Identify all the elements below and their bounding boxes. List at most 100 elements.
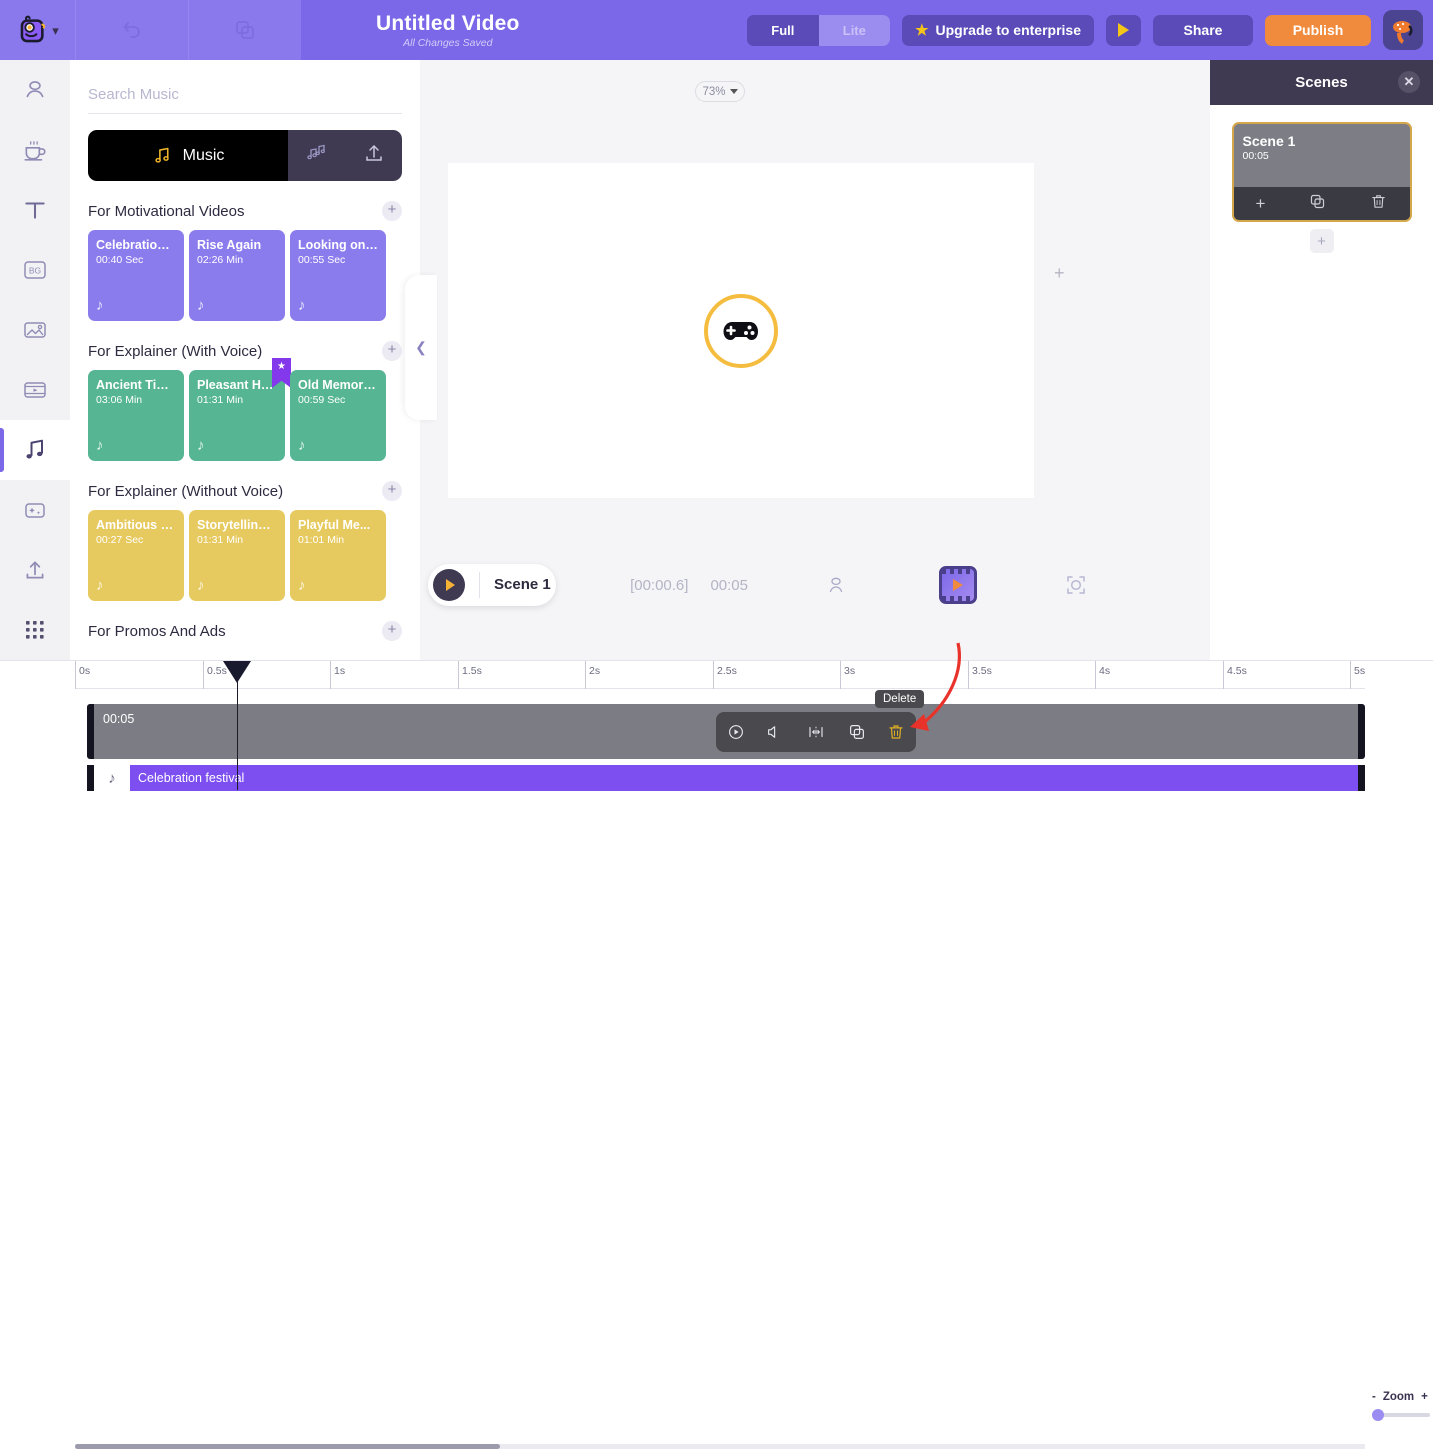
category-header: For Motivational Videos + — [88, 201, 402, 221]
view-mode-segment[interactable]: Full Lite — [747, 14, 891, 46]
list-item[interactable]: Rise Again 02:26 Min ♪ — [189, 230, 285, 321]
playhead[interactable] — [223, 661, 251, 790]
app-logo-button[interactable]: ▾ — [0, 0, 75, 60]
speaker-icon — [768, 726, 776, 738]
save-status: All Changes Saved — [403, 36, 493, 49]
track-name: Ancient Times — [96, 378, 176, 392]
clip-volume-button[interactable] — [766, 723, 784, 741]
track-name: Looking on ... — [298, 238, 378, 252]
track-duration: 01:01 Min — [298, 534, 345, 546]
tab-music[interactable]: Music — [88, 130, 288, 181]
scene-selector[interactable]: Scene 1 — [428, 564, 557, 606]
scene-crop-button[interactable] — [1064, 573, 1088, 597]
caret-down-icon — [729, 89, 738, 94]
tab-sound-effects[interactable] — [305, 141, 329, 170]
scene-thumbnail-card[interactable]: Scene 1 00:05 + — [1231, 122, 1412, 222]
avatar[interactable] — [1383, 10, 1423, 50]
video-canvas[interactable] — [448, 163, 1034, 498]
sidebar-item-upload[interactable] — [0, 540, 70, 600]
star-icon: ★ — [915, 22, 929, 39]
preview-play-button[interactable] — [1106, 14, 1141, 46]
sidebar-item-apps[interactable] — [0, 600, 70, 660]
ruler-tick: 5s — [1350, 661, 1365, 689]
add-scene-button[interactable]: + — [1309, 229, 1334, 253]
tooltip-delete: Delete — [875, 690, 925, 708]
sidebar-item-image[interactable] — [0, 300, 70, 360]
timeline-ruler[interactable]: 0s 0.5s 1s 1.5s 2s 2.5s 3s 3.5s 4s 4.5s … — [75, 661, 1365, 689]
list-item[interactable]: Old Memories 00:59 Sec ♪ — [290, 370, 386, 461]
sidebar-item-avatar[interactable] — [0, 60, 70, 120]
canvas-zoom-select[interactable]: 73% — [695, 81, 745, 102]
canvas-element-gamepad[interactable] — [704, 293, 778, 368]
tab-upload-music[interactable] — [362, 141, 386, 170]
list-item[interactable]: Storytelling ... 01:31 Min ♪ — [189, 510, 285, 601]
add-category-0-button[interactable]: + — [382, 201, 402, 221]
person-outline-icon — [829, 577, 843, 593]
share-button[interactable]: Share — [1153, 14, 1253, 46]
split-icon — [809, 726, 823, 738]
scene-play-button[interactable] — [433, 569, 465, 601]
scene-avatar-button[interactable] — [825, 573, 847, 597]
list-item[interactable]: Ambitious D... 00:27 Sec ♪ — [88, 510, 184, 601]
list-item[interactable]: Playful Me... 01:01 Min ♪ — [290, 510, 386, 601]
ruler-tick: 1.5s — [458, 661, 482, 689]
search-input[interactable] — [88, 86, 402, 103]
zoom-in-button[interactable]: + — [1421, 1391, 1428, 1403]
add-scene-after-button[interactable]: + — [1256, 194, 1266, 214]
music-note-icon: ♪ — [197, 437, 205, 454]
sidebar-item-music[interactable] — [0, 420, 70, 480]
list-item[interactable]: ★ Pleasant Ha... 01:31 Min ♪ — [189, 358, 291, 461]
category-title: For Promos And Ads — [88, 622, 226, 640]
clip-split-button[interactable] — [806, 723, 826, 741]
crop-frame-icon — [1067, 576, 1085, 594]
list-item[interactable]: Ancient Times 03:06 Min ♪ — [88, 370, 184, 461]
track-name: Playful Me... — [298, 518, 371, 532]
duplicate-button[interactable] — [188, 0, 301, 60]
zoom-slider-knob[interactable] — [1372, 1409, 1384, 1421]
add-element-button[interactable]: + — [1054, 263, 1065, 284]
add-category-3-button[interactable]: + — [382, 621, 402, 641]
scene-video-button[interactable] — [939, 566, 977, 604]
list-item[interactable]: Looking on ... 00:55 Sec ♪ — [290, 230, 386, 321]
tab-full[interactable]: Full — [747, 14, 819, 46]
tab-lite[interactable]: Lite — [818, 14, 891, 46]
scenes-panel: Scenes ✕ Scene 1 00:05 + + — [1210, 60, 1433, 660]
clip-duplicate-button[interactable] — [848, 723, 866, 741]
audio-clip[interactable]: Celebration festival — [130, 765, 1358, 791]
scene-control-bar: Scene 1 [00:00.6] 00:05 — [428, 560, 1088, 610]
track-duration: 00:27 Sec — [96, 534, 144, 546]
ruler-tick: 1s — [330, 661, 345, 689]
zoom-out-button[interactable]: - — [1372, 1391, 1376, 1403]
duplicate-icon — [1311, 194, 1325, 208]
delete-scene-button[interactable] — [1370, 193, 1387, 215]
sidebar-item-scene[interactable] — [0, 120, 70, 180]
close-icon[interactable]: ✕ — [1398, 71, 1420, 93]
music-tabs-secondary — [288, 130, 402, 181]
add-category-2-button[interactable]: + — [382, 481, 402, 501]
sound-effects-icon — [306, 144, 325, 160]
zoom-level-value: 73% — [702, 85, 726, 98]
sidebar-item-text[interactable] — [0, 180, 70, 240]
undo-button[interactable] — [75, 0, 188, 60]
music-note-icon: ♪ — [298, 297, 306, 314]
publish-button[interactable]: Publish — [1265, 14, 1371, 46]
track-name: Ambitious D... — [96, 518, 176, 532]
track-duration: 01:31 Min — [197, 534, 244, 546]
duplicate-scene-button[interactable] — [1309, 193, 1326, 215]
sidebar-item-effects[interactable] — [0, 480, 70, 540]
collapse-panel-button[interactable]: ❮ — [405, 275, 437, 420]
sidebar-item-background[interactable]: BG — [0, 240, 70, 300]
upgrade-button[interactable]: ★ Upgrade to enterprise — [902, 14, 1094, 46]
timeline-audio-track[interactable]: ♪ Celebration festival — [87, 765, 1365, 791]
add-category-1-button[interactable]: + — [382, 341, 402, 361]
sidebar-item-video[interactable] — [0, 360, 70, 420]
list-item[interactable]: Celebration ... 00:40 Sec ♪ — [88, 230, 184, 321]
timeline-scrollbar[interactable] — [75, 1444, 500, 1449]
track-duration: 01:31 Min — [197, 394, 244, 406]
timeline-zoom-slider[interactable] — [1372, 1409, 1430, 1421]
clip-delete-button[interactable] — [887, 723, 905, 741]
undo-icon — [123, 22, 140, 38]
track-card-list: Ambitious D... 00:27 Sec ♪ Storytelling … — [88, 510, 402, 601]
svg-text:BG: BG — [29, 266, 41, 276]
clip-play-button[interactable] — [727, 723, 745, 741]
